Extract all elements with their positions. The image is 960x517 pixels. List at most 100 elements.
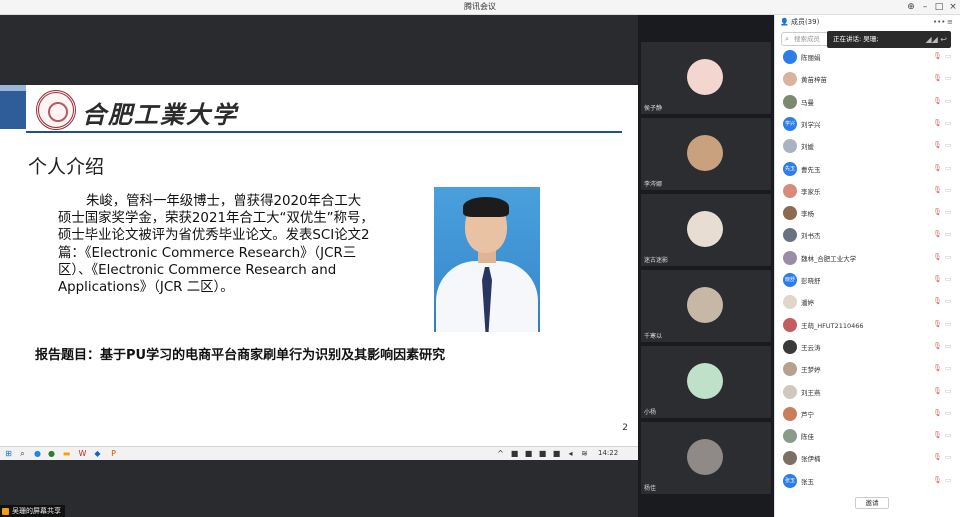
mic-muted-icon[interactable]: 🎙: [933, 320, 942, 328]
mic-muted-icon[interactable]: 🎙: [933, 52, 942, 60]
camera-off-icon[interactable]: ▭: [945, 297, 952, 305]
member-row[interactable]: 刘媛 🎙 ▭: [775, 137, 960, 155]
mic-muted-icon[interactable]: 🎙: [933, 141, 942, 149]
camera-off-icon[interactable]: ▭: [945, 320, 952, 328]
tray-app-icon[interactable]: ■: [510, 449, 519, 458]
edge-browser-icon[interactable]: ●: [33, 449, 42, 458]
camera-off-icon[interactable]: ▭: [945, 431, 952, 439]
video-tile[interactable]: 李涔娜: [641, 118, 771, 190]
tray-app-icon[interactable]: ■: [538, 449, 547, 458]
shared-screen-area: 合肥工業大学 个人介绍 朱峻，管科一年级博士，曾获得2020年合工大硕士国家奖学…: [0, 15, 638, 505]
camera-off-icon[interactable]: ▭: [945, 97, 952, 105]
member-row[interactable]: 潘婷 🎙 ▭: [775, 293, 960, 311]
search-icon[interactable]: ⌕: [18, 449, 27, 458]
member-avatar: [783, 250, 797, 265]
member-row[interactable]: 陈丽娟 🎙 ▭: [775, 48, 960, 66]
video-tile[interactable]: 杨佳: [641, 422, 771, 494]
camera-off-icon[interactable]: ▭: [945, 208, 952, 216]
video-tile[interactable]: 千寒以: [641, 270, 771, 342]
members-panel: 👤 成员(39) ••• ≡ ⌕ 搜索成员 正在讲话: 吴珊; ◢◢ ↩ 陈丽娟…: [774, 15, 960, 517]
mic-muted-icon[interactable]: 🎙: [933, 119, 942, 127]
camera-off-icon[interactable]: ▭: [945, 74, 952, 82]
video-tile[interactable]: 侯子静: [641, 42, 771, 114]
mic-muted-icon[interactable]: 🎙: [933, 387, 942, 395]
volume-icon[interactable]: ◂: [566, 449, 575, 458]
member-row[interactable]: 刘王燕 🎙 ▭: [775, 383, 960, 401]
member-row[interactable]: 陈佳 🎙 ▭: [775, 427, 960, 445]
participant-name: 侯子静: [644, 105, 663, 112]
member-row[interactable]: 学兴 刘学兴 🎙 ▭: [775, 115, 960, 133]
mic-muted-icon[interactable]: 🎙: [933, 297, 942, 305]
maximize-icon[interactable]: □: [932, 0, 946, 15]
member-row[interactable]: 张伊楠 🎙 ▭: [775, 449, 960, 467]
member-avatar: [783, 183, 797, 198]
camera-off-icon[interactable]: ▭: [945, 230, 952, 238]
member-row[interactable]: 黄苗梓苗 🎙 ▭: [775, 70, 960, 88]
member-row[interactable]: 先玉 曹先玉 🎙 ▭: [775, 160, 960, 178]
camera-off-icon[interactable]: ▭: [945, 119, 952, 127]
minimize-icon[interactable]: –: [918, 0, 932, 15]
video-tile[interactable]: 迷古迷影: [641, 194, 771, 266]
member-row[interactable]: 晓舒 彭晓舒 🎙 ▭: [775, 271, 960, 289]
mic-muted-icon[interactable]: 🎙: [933, 476, 942, 484]
camera-off-icon[interactable]: ▭: [945, 141, 952, 149]
invite-button[interactable]: 邀请: [855, 497, 889, 509]
participant-name: 千寒以: [644, 333, 663, 340]
camera-off-icon[interactable]: ▭: [945, 409, 952, 417]
mic-muted-icon[interactable]: 🎙: [933, 186, 942, 194]
member-name: 马曼: [801, 98, 814, 107]
network-icon[interactable]: ≋: [580, 449, 589, 458]
camera-off-icon[interactable]: ▭: [945, 164, 952, 172]
member-avatar: 先玉: [783, 161, 797, 176]
camera-off-icon[interactable]: ▭: [945, 253, 952, 261]
video-tile[interactable]: 小杨: [641, 346, 771, 418]
member-row[interactable]: 王云涛 🎙 ▭: [775, 338, 960, 356]
pin-icon[interactable]: ⊕: [904, 0, 918, 15]
camera-off-icon[interactable]: ▭: [945, 342, 952, 350]
screen-share-tag[interactable]: 吴珊的屏幕共享: [0, 505, 65, 517]
meeting-app-icon[interactable]: ◆: [93, 449, 102, 458]
search-placeholder: 搜索成员: [794, 35, 820, 43]
member-avatar: [783, 94, 797, 109]
camera-off-icon[interactable]: ▭: [945, 387, 952, 395]
close-icon[interactable]: ×: [946, 0, 960, 15]
mic-muted-icon[interactable]: 🎙: [933, 453, 942, 461]
member-row[interactable]: 张玉 张玉 🎙 ▭: [775, 472, 960, 490]
mic-muted-icon[interactable]: 🎙: [933, 342, 942, 350]
mic-muted-icon[interactable]: 🎙: [933, 275, 942, 283]
member-row[interactable]: 李杨 🎙 ▭: [775, 204, 960, 222]
participant-avatar: [687, 439, 723, 475]
camera-off-icon[interactable]: ▭: [945, 186, 952, 194]
panel-menu-icon[interactable]: ≡: [947, 15, 953, 29]
camera-off-icon[interactable]: ▭: [945, 364, 952, 372]
more-icon[interactable]: •••: [933, 15, 945, 29]
mic-muted-icon[interactable]: 🎙: [933, 253, 942, 261]
member-row[interactable]: 王梦婷 🎙 ▭: [775, 360, 960, 378]
camera-off-icon[interactable]: ▭: [945, 453, 952, 461]
mic-muted-icon[interactable]: 🎙: [933, 230, 942, 238]
tray-app-icon[interactable]: ■: [552, 449, 561, 458]
wps-icon[interactable]: W: [78, 449, 87, 458]
mic-muted-icon[interactable]: 🎙: [933, 74, 942, 82]
windows-start-icon[interactable]: ⊞: [4, 449, 13, 458]
mic-muted-icon[interactable]: 🎙: [933, 409, 942, 417]
camera-off-icon[interactable]: ▭: [945, 476, 952, 484]
tray-app-icon[interactable]: ■: [524, 449, 533, 458]
mic-muted-icon[interactable]: 🎙: [933, 431, 942, 439]
tray-chevron-icon[interactable]: ^: [496, 449, 505, 458]
mic-muted-icon[interactable]: 🎙: [933, 97, 942, 105]
mic-muted-icon[interactable]: 🎙: [933, 164, 942, 172]
app-icon[interactable]: ●: [47, 449, 56, 458]
member-row[interactable]: 芦宁 🎙 ▭: [775, 405, 960, 423]
member-row[interactable]: 王萌_HFUT2110466 🎙 ▭: [775, 316, 960, 334]
mic-muted-icon[interactable]: 🎙: [933, 208, 942, 216]
member-row[interactable]: 马曼 🎙 ▭: [775, 93, 960, 111]
camera-off-icon[interactable]: ▭: [945, 52, 952, 60]
folder-icon[interactable]: ▬: [62, 449, 71, 458]
member-row[interactable]: 魏林_合肥工业大学 🎙 ▭: [775, 249, 960, 267]
powerpoint-icon[interactable]: P: [109, 449, 118, 458]
camera-off-icon[interactable]: ▭: [945, 275, 952, 283]
member-row[interactable]: 刘书杰 🎙 ▭: [775, 226, 960, 244]
mic-muted-icon[interactable]: 🎙: [933, 364, 942, 372]
member-row[interactable]: 李家乐 🎙 ▭: [775, 182, 960, 200]
